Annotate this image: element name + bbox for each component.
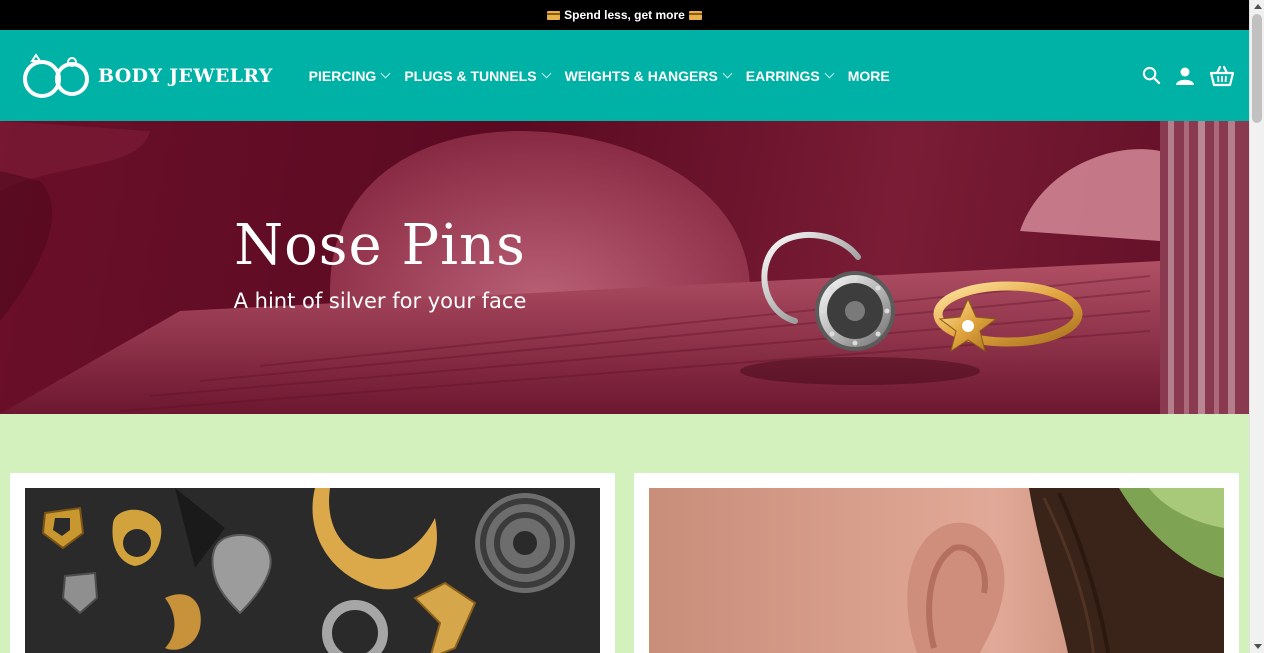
rings-logo-icon xyxy=(23,52,89,98)
chevron-down-icon xyxy=(722,68,733,79)
category-tile-plugs[interactable] xyxy=(10,473,615,653)
logo[interactable]: BODY JEWELRY xyxy=(22,51,273,101)
category-image-plugs xyxy=(25,488,600,653)
category-tile-earrings[interactable] xyxy=(634,473,1239,653)
site-header: BODY JEWELRY PIERCING PLUGS & TUNNELS WE… xyxy=(0,30,1249,121)
credit-card-icon xyxy=(688,10,702,20)
page-scrollbar[interactable] xyxy=(1249,0,1264,653)
nav-earrings[interactable]: EARRINGS xyxy=(745,67,835,84)
hero-subtitle: A hint of silver for your face xyxy=(233,289,527,313)
nav-label: EARRINGS xyxy=(745,67,820,84)
hero-banner[interactable]: Nose Pins A hint of silver for your face xyxy=(0,121,1249,414)
announcement-text: Spend less, get more xyxy=(564,8,685,22)
nav-piercing[interactable]: PIERCING xyxy=(308,67,391,84)
announcement-bar: Spend less, get more xyxy=(0,0,1249,30)
nav-weights-hangers[interactable]: WEIGHTS & HANGERS xyxy=(564,67,733,84)
credit-card-icon xyxy=(547,10,561,20)
account-icon[interactable] xyxy=(1175,66,1195,86)
category-section xyxy=(0,414,1249,653)
nav-label: PIERCING xyxy=(308,67,377,84)
scroll-thumb[interactable] xyxy=(1252,14,1262,123)
header-actions xyxy=(1142,30,1235,121)
brand-name: BODY JEWELRY xyxy=(98,64,273,87)
cart-icon[interactable] xyxy=(1209,65,1235,87)
hero-title: Nose Pins xyxy=(234,213,526,278)
chevron-down-icon xyxy=(541,68,552,79)
chevron-down-icon xyxy=(380,68,391,79)
scroll-up-arrow-icon[interactable] xyxy=(1254,4,1262,9)
nav-label: WEIGHTS & HANGERS xyxy=(564,67,718,84)
scroll-down-arrow-icon[interactable] xyxy=(1254,644,1262,649)
search-icon[interactable] xyxy=(1142,66,1161,85)
nav-label: MORE xyxy=(847,67,890,84)
nav-plugs-tunnels[interactable]: PLUGS & TUNNELS xyxy=(404,67,552,84)
chevron-down-icon xyxy=(824,68,835,79)
category-image-earrings xyxy=(649,488,1224,653)
nav-more[interactable]: MORE xyxy=(848,68,890,84)
main-nav: PIERCING PLUGS & TUNNELS WEIGHTS & HANGE… xyxy=(309,68,890,84)
nav-label: PLUGS & TUNNELS xyxy=(404,67,537,84)
